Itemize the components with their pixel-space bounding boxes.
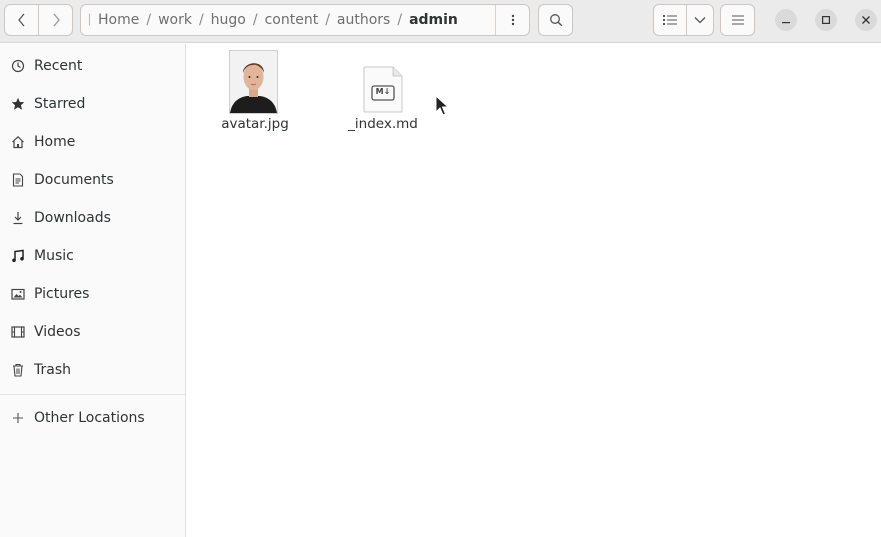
breadcrumb-work[interactable]: work — [153, 12, 197, 28]
breadcrumb-hugo[interactable]: hugo — [206, 12, 251, 28]
file-label-index[interactable]: _index.md — [333, 116, 433, 132]
sidebar-item-label: Documents — [34, 172, 114, 188]
back-button[interactable] — [4, 4, 39, 36]
header-bar: ▏ Home / work / hugo / content / authors… — [0, 0, 881, 43]
video-icon — [9, 325, 27, 339]
minimize-button[interactable] — [775, 9, 797, 31]
chevron-left-icon — [17, 13, 24, 27]
sidebar-item-label: Starred — [34, 96, 86, 112]
chevron-right-icon — [53, 13, 60, 27]
sidebar-item-downloads[interactable]: Downloads — [0, 199, 185, 237]
picture-icon — [9, 287, 27, 301]
sidebar-item-starred[interactable]: Starred — [0, 85, 185, 123]
maximize-button[interactable] — [815, 9, 837, 31]
sidebar-divider — [0, 394, 185, 395]
hamburger-menu-icon — [731, 15, 744, 25]
markdown-badge: M↓ — [375, 87, 391, 96]
breadcrumb-authors[interactable]: authors — [332, 12, 395, 28]
music-icon — [9, 249, 27, 263]
sidebar-item-trash[interactable]: Trash — [0, 351, 185, 389]
main-menu-button[interactable] — [720, 4, 755, 36]
path-separator: / — [397, 12, 403, 28]
list-view-icon — [663, 15, 677, 25]
sidebar-item-other-locations[interactable]: Other Locations — [0, 399, 185, 437]
download-icon — [9, 211, 27, 225]
search-icon — [549, 14, 562, 27]
sidebar-item-pictures[interactable]: Pictures — [0, 275, 185, 313]
chevron-down-icon — [694, 17, 706, 24]
path-separator: / — [198, 12, 204, 28]
sidebar-item-videos[interactable]: Videos — [0, 313, 185, 351]
plus-icon — [9, 412, 27, 424]
close-icon — [862, 16, 870, 24]
sidebar-item-label: Home — [34, 134, 76, 150]
close-button[interactable] — [855, 9, 877, 31]
sidebar-item-label: Videos — [34, 324, 81, 340]
sidebar-item-music[interactable]: Music — [0, 237, 185, 275]
sidebar-item-label: Trash — [34, 362, 71, 378]
sidebar-item-label: Other Locations — [34, 410, 145, 426]
search-button[interactable] — [538, 4, 573, 36]
path-menu-button[interactable] — [495, 5, 529, 35]
sidebar-item-label: Recent — [34, 58, 83, 74]
avatar-thumbnail[interactable] — [229, 50, 278, 114]
sidebar-item-documents[interactable]: Documents — [0, 161, 185, 199]
path-separator: / — [252, 12, 258, 28]
view-buttons — [653, 4, 714, 36]
mouse-cursor-icon — [435, 95, 449, 116]
path-bar: ▏ Home / work / hugo / content / authors… — [80, 4, 530, 36]
forward-button[interactable] — [38, 4, 73, 36]
trash-icon — [9, 363, 27, 377]
star-icon — [9, 97, 27, 111]
list-view-button[interactable] — [653, 4, 687, 36]
minimize-icon — [782, 22, 790, 24]
sidebar-item-recent[interactable]: Recent — [0, 47, 185, 85]
sidebar: Recent Starred Home Documents Downloads … — [0, 44, 186, 537]
person-photo-icon — [230, 51, 277, 113]
clock-icon — [9, 59, 27, 73]
breadcrumb-content[interactable]: content — [260, 12, 324, 28]
vertical-dots-icon — [511, 14, 514, 26]
document-icon — [9, 173, 27, 187]
home-icon — [9, 135, 27, 149]
path-separator: / — [325, 12, 330, 28]
sidebar-item-label: Downloads — [34, 210, 111, 226]
navigation-buttons — [4, 4, 73, 36]
file-label-avatar[interactable]: avatar.jpg — [205, 116, 305, 132]
sidebar-item-label: Pictures — [34, 286, 90, 302]
breadcrumb-admin[interactable]: admin — [404, 12, 463, 28]
breadcrumb-home[interactable]: Home — [93, 12, 144, 28]
path-overflow-hint: ▏ — [89, 14, 97, 26]
path-separator: / — [146, 12, 152, 28]
maximize-icon — [822, 16, 830, 24]
view-options-button[interactable] — [686, 4, 714, 36]
sidebar-item-home[interactable]: Home — [0, 123, 185, 161]
sidebar-item-label: Music — [34, 248, 74, 264]
